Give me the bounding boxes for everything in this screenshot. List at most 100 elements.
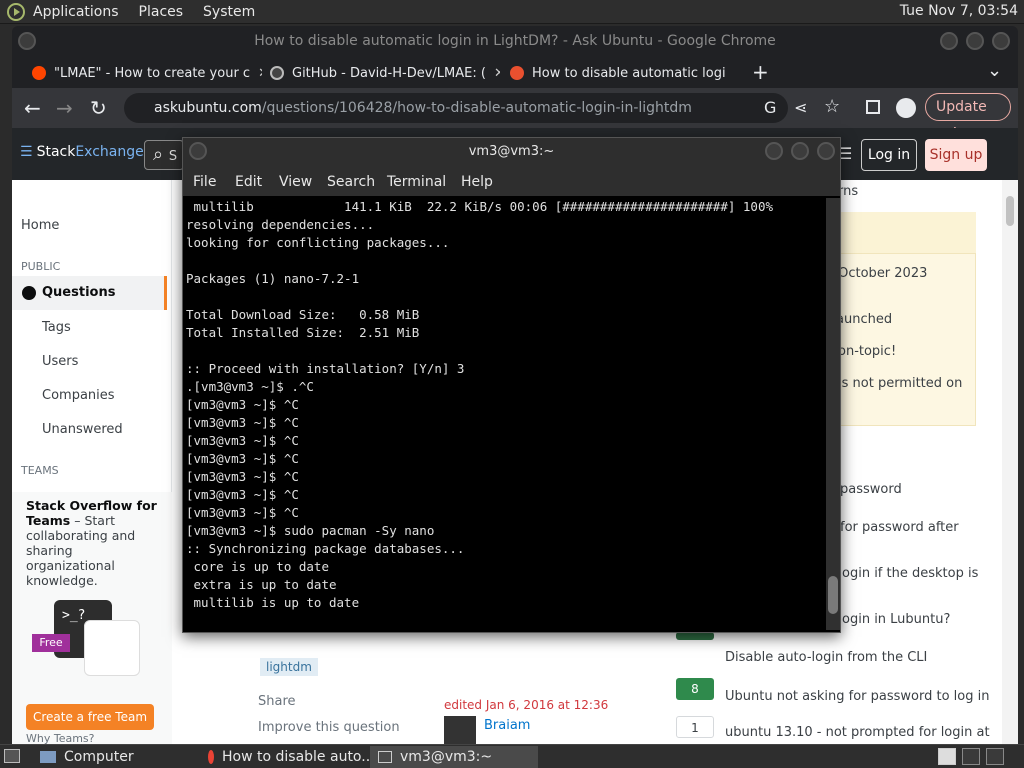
- stackexchange-logo[interactable]: ☰ StackExchange: [20, 144, 144, 160]
- tab-label: "LMAE" - How to create your c: [54, 65, 251, 81]
- editor-name[interactable]: Braiam: [484, 718, 530, 733]
- signup-button[interactable]: Sign up: [925, 139, 987, 171]
- terminal-menu-terminal[interactable]: Terminal: [387, 174, 446, 190]
- terminal-line: Total Download Size: 0.58 MiB: [186, 307, 420, 322]
- share-link[interactable]: Share: [258, 694, 296, 709]
- terminal-window-menu-icon[interactable]: [189, 142, 207, 160]
- update-label: Update: [936, 99, 987, 115]
- terminal-line: core is up to date: [186, 559, 329, 574]
- computer-icon: [40, 751, 56, 763]
- taskbar-item-chrome[interactable]: How to disable auto...: [200, 746, 375, 768]
- profile-avatar-icon[interactable]: [896, 98, 916, 118]
- system-menu[interactable]: System: [203, 4, 255, 20]
- notice-line-4[interactable]: on-topic!: [838, 344, 896, 359]
- terminal-menu-edit[interactable]: Edit: [235, 174, 262, 190]
- places-menu[interactable]: Places: [139, 4, 184, 20]
- editor-avatar[interactable]: [444, 716, 476, 744]
- close-tab-icon[interactable]: ✕: [258, 66, 262, 81]
- sidebar-item-label: Questions: [42, 285, 116, 300]
- address-bar[interactable]: askubuntu.com/questions/106428/how-to-di…: [124, 93, 788, 123]
- related-question[interactable]: Ubuntu not asking for password to log in: [725, 689, 989, 704]
- forward-icon[interactable]: →: [56, 96, 73, 120]
- url-path: /questions/106428/how-to-disable-automat…: [261, 100, 692, 116]
- sidebar-item-users[interactable]: Users: [42, 354, 78, 369]
- taskbar-item-terminal[interactable]: vm3@vm3:~: [370, 746, 538, 768]
- update-button[interactable]: Update ⋮: [925, 93, 1011, 141]
- sidebar-item-companies[interactable]: Companies: [42, 388, 115, 403]
- tab-lmae-reddit[interactable]: "LMAE" - How to create your c ✕: [32, 58, 262, 88]
- tab-askubuntu[interactable]: How to disable automatic logi ✕: [510, 58, 732, 88]
- share-icon[interactable]: ⋖: [794, 98, 807, 117]
- askubuntu-icon: [510, 66, 524, 80]
- terminal-output[interactable]: multilib 141.1 KiB 22.2 KiB/s 00:06 [###…: [183, 198, 826, 630]
- github-icon: [270, 66, 284, 80]
- applications-menu[interactable]: Applications: [33, 4, 119, 20]
- taskbar-item-computer[interactable]: Computer: [32, 746, 200, 768]
- terminal-line: [vm3@vm3 ~]$ ^C: [186, 487, 299, 502]
- show-desktop-icon[interactable]: [4, 749, 20, 763]
- terminal-line: multilib is up to date: [186, 595, 360, 610]
- workspace-3-icon[interactable]: [986, 748, 1004, 765]
- related-question[interactable]: for password after: [840, 520, 959, 535]
- terminal-menu-help[interactable]: Help: [461, 174, 493, 190]
- sidebar-item-tags[interactable]: Tags: [42, 320, 71, 335]
- notice-line-3[interactable]: aunched: [836, 312, 892, 327]
- terminal-title[interactable]: vm3@vm3:~: [183, 138, 840, 166]
- minimize-icon[interactable]: [940, 32, 958, 50]
- workspace-1-icon[interactable]: [938, 748, 956, 765]
- terminal-line: [vm3@vm3 ~]$ ^C: [186, 433, 299, 448]
- edited-timestamp[interactable]: edited Jan 6, 2016 at 12:36: [444, 698, 608, 712]
- close-window-icon[interactable]: [992, 32, 1010, 50]
- terminal-line: [vm3@vm3 ~]$ ^C: [186, 415, 299, 430]
- brand-stack: Stack: [36, 144, 76, 160]
- terminal-line: [vm3@vm3 ~]$ ^C: [186, 397, 299, 412]
- terminal-close-icon[interactable]: [817, 142, 835, 160]
- terminal-menu-search[interactable]: Search: [327, 174, 375, 190]
- why-teams-link[interactable]: Why Teams?: [26, 732, 95, 744]
- terminal-menu-view[interactable]: View: [279, 174, 312, 190]
- workspace-2-icon[interactable]: [962, 748, 980, 765]
- new-tab-button[interactable]: +: [752, 60, 769, 84]
- bookmark-star-icon[interactable]: ☆: [824, 96, 840, 117]
- related-question[interactable]: ogin in Lubuntu?: [842, 612, 950, 627]
- site-search-input[interactable]: ⌕ S: [144, 140, 184, 170]
- terminal-line: [vm3@vm3 ~]$ ^C: [186, 469, 299, 484]
- tab-search-icon[interactable]: ⌄: [987, 60, 1002, 81]
- terminal-menu-file[interactable]: File: [193, 174, 216, 190]
- reload-icon[interactable]: ↻: [90, 96, 107, 120]
- terminal-line: [vm3@vm3 ~]$ ^C: [186, 505, 299, 520]
- sidebar-item-home[interactable]: Home: [21, 218, 59, 233]
- tab-github[interactable]: GitHub - David-H-Dev/LMAE: ( ✕: [270, 58, 500, 88]
- improve-question-link[interactable]: Improve this question: [258, 720, 400, 735]
- distro-logo-icon[interactable]: [7, 2, 25, 21]
- sidebar-item-unanswered[interactable]: Unanswered: [42, 422, 123, 437]
- terminal-maximize-icon[interactable]: [791, 142, 809, 160]
- google-lens-icon[interactable]: G: [764, 93, 776, 123]
- close-tab-icon[interactable]: ✕: [494, 66, 500, 81]
- sidebar-item-questions[interactable]: Questions: [12, 276, 167, 310]
- question-tag[interactable]: lightdm: [260, 658, 318, 676]
- chrome-window-title: How to disable automatic login in LightD…: [254, 33, 776, 49]
- login-button[interactable]: Log in: [861, 139, 917, 171]
- vote-count-badge: 8: [676, 678, 714, 700]
- bottom-taskbar: Computer How to disable auto... vm3@vm3:…: [0, 744, 1024, 768]
- terminal-minimize-icon[interactable]: [765, 142, 783, 160]
- taskbar-label: vm3@vm3:~: [400, 749, 493, 765]
- maximize-icon[interactable]: [966, 32, 984, 50]
- create-team-button[interactable]: Create a free Team: [26, 704, 154, 730]
- terminal-scrollbar[interactable]: [826, 198, 840, 630]
- page-scrollbar-thumb[interactable]: [1006, 196, 1014, 226]
- related-question[interactable]: Disable auto-login from the CLI: [725, 650, 927, 665]
- related-question[interactable]: ubuntu 13.10 - not prompted for login at: [725, 725, 990, 740]
- side-panel-icon[interactable]: [866, 100, 880, 114]
- page-scrollbar[interactable]: [1002, 180, 1018, 744]
- related-question[interactable]: ogin if the desktop is: [842, 566, 978, 581]
- related-question[interactable]: password: [840, 482, 902, 497]
- panel-clock[interactable]: Tue Nov 7, 03:54: [900, 3, 1018, 19]
- vote-count-badge: [676, 632, 714, 640]
- back-icon[interactable]: ←: [24, 96, 41, 120]
- notice-line-2[interactable]: e October 2023: [826, 266, 927, 281]
- notice-line-5[interactable]: is not permitted on: [838, 376, 962, 391]
- terminal-scrollbar-thumb[interactable]: [828, 576, 838, 614]
